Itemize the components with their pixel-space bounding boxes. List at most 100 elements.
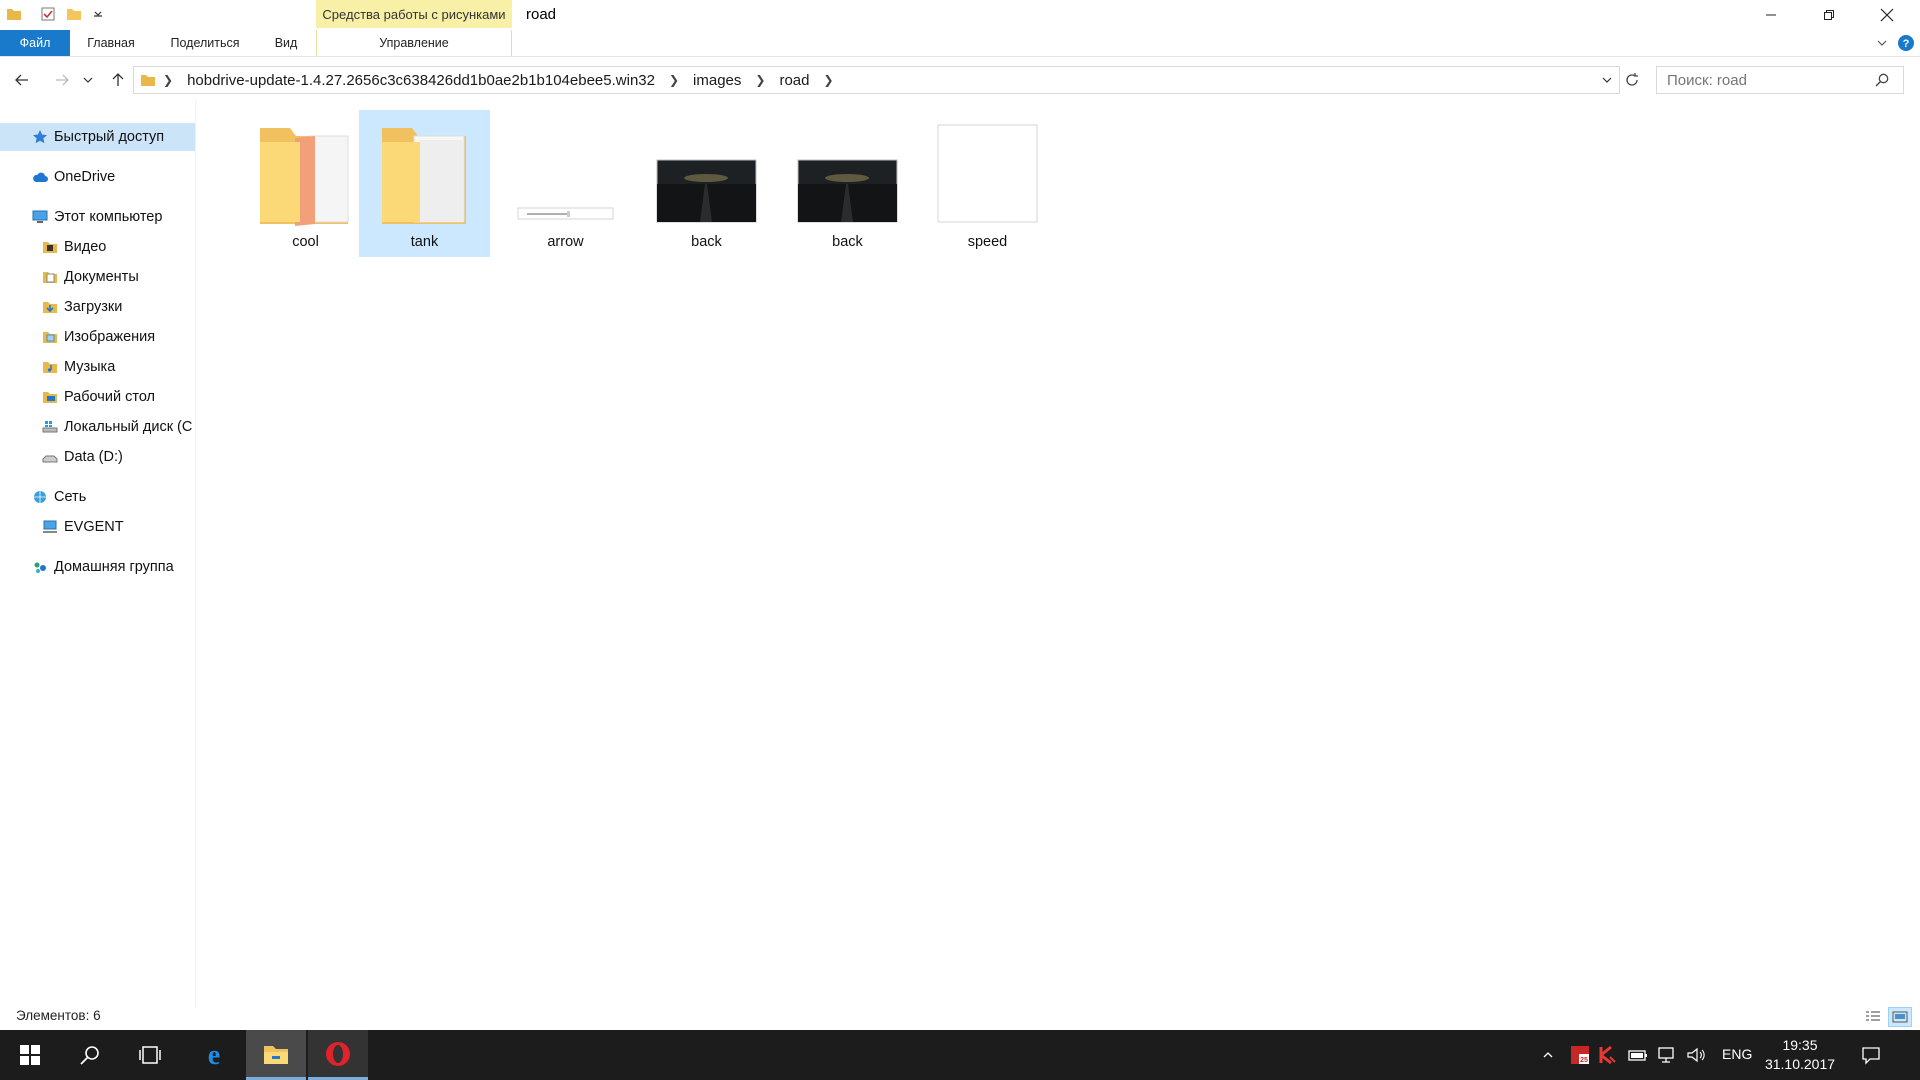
folder-icon[interactable] <box>6 6 22 22</box>
clock[interactable]: 19:35 31.10.2017 <box>1762 1036 1838 1074</box>
file-view: cool tank arrow back back speed <box>197 100 1920 1008</box>
sidebar-item-label: Локальный диск (C <box>64 419 193 435</box>
sidebar-item-network[interactable]: Сеть <box>0 483 195 511</box>
file-item-cool[interactable]: cool <box>240 110 371 257</box>
file-item-back[interactable]: back <box>782 110 913 257</box>
navigation-pane: Быстрый доступ OneDrive Этот компьютер В… <box>0 100 196 1008</box>
antivirus-status-icon[interactable]: 25 <box>1570 1045 1590 1065</box>
details-view-icon[interactable] <box>1862 1007 1884 1027</box>
image-thumbnail-icon <box>656 124 757 228</box>
item-count: Элементов: 6 <box>16 1008 101 1023</box>
sidebar-item-music[interactable]: Музыка <box>0 353 195 381</box>
taskbar: e 25 ENG 19:35 31.10.2017 <box>0 1030 1920 1080</box>
input-language[interactable]: ENG <box>1722 1046 1752 1062</box>
cloud-icon <box>32 169 48 185</box>
restore-button[interactable] <box>1800 0 1858 30</box>
quick-access-dropdown-icon[interactable] <box>90 6 106 22</box>
file-item-arrow[interactable]: arrow <box>500 110 631 257</box>
edge-browser-button[interactable]: e <box>184 1030 244 1080</box>
chevron-right-icon[interactable]: ❯ <box>156 73 180 87</box>
downloads-folder-icon <box>42 299 58 315</box>
chevron-right-icon[interactable]: ❯ <box>662 73 686 87</box>
refresh-button[interactable] <box>1620 68 1644 92</box>
sidebar-item-evgent[interactable]: EVGENT <box>0 513 195 541</box>
kaspersky-icon[interactable] <box>1598 1045 1618 1065</box>
sidebar-item-pictures[interactable]: Изображения <box>0 323 195 351</box>
network-computer-icon <box>42 519 58 535</box>
breadcrumb-item[interactable]: images <box>686 72 748 89</box>
image-thumbnail-icon <box>937 124 1038 228</box>
sidebar-item-label: Data (D:) <box>64 449 123 465</box>
minimize-button[interactable] <box>1742 0 1800 30</box>
folder-icon <box>140 72 156 88</box>
sidebar-item-videos[interactable]: Видео <box>0 233 195 261</box>
desktop-folder-icon <box>42 389 58 405</box>
back-button[interactable] <box>10 68 34 92</box>
sidebar-item-label: Музыка <box>64 359 116 375</box>
forward-button[interactable] <box>50 68 74 92</box>
file-explorer-button[interactable] <box>246 1030 306 1080</box>
sidebar-item-label: Этот компьютер <box>54 209 163 225</box>
large-icons-view-icon[interactable] <box>1888 1007 1912 1027</box>
file-item-speed[interactable]: speed <box>922 110 1053 257</box>
sidebar-item-label: Изображения <box>64 329 156 345</box>
sidebar-item-label: Домашняя группа <box>54 559 174 575</box>
file-name: arrow <box>547 234 584 250</box>
search-icon[interactable] <box>1875 73 1889 87</box>
folder-icon <box>255 124 356 228</box>
file-item-tank[interactable]: tank <box>359 110 490 257</box>
help-icon[interactable]: ? <box>1894 30 1918 56</box>
clock-date: 31.10.2017 <box>1764 1056 1836 1072</box>
start-button[interactable] <box>0 1030 60 1080</box>
sidebar-item-label: Видео <box>64 239 107 255</box>
search-box[interactable] <box>1656 66 1904 94</box>
homegroup-icon <box>32 559 48 575</box>
file-name: speed <box>967 234 1008 250</box>
task-view-button[interactable] <box>120 1030 180 1080</box>
new-folder-icon[interactable] <box>66 6 82 22</box>
sidebar-item-this-pc[interactable]: Этот компьютер <box>0 203 195 231</box>
tab-file[interactable]: Файл <box>0 30 70 56</box>
properties-icon[interactable] <box>40 6 56 22</box>
drive-icon <box>42 449 58 465</box>
tab-home[interactable]: Главная <box>78 30 144 56</box>
show-hidden-icons-icon[interactable] <box>1538 1045 1558 1065</box>
sidebar-item-downloads[interactable]: Загрузки <box>0 293 195 321</box>
close-button[interactable] <box>1858 0 1916 30</box>
svg-text:?: ? <box>1903 38 1910 50</box>
chevron-right-icon[interactable]: ❯ <box>748 73 772 87</box>
battery-icon[interactable] <box>1628 1045 1648 1065</box>
notifications-icon[interactable] <box>1860 1045 1882 1065</box>
address-bar[interactable]: ❯ hobdrive-update-1.4.27.2656c3c638426dd… <box>133 66 1620 94</box>
documents-folder-icon <box>42 269 58 285</box>
network-status-icon[interactable] <box>1656 1045 1676 1065</box>
up-button[interactable] <box>106 68 130 92</box>
network-icon <box>32 489 48 505</box>
tab-share[interactable]: Поделиться <box>160 30 250 56</box>
file-item-back[interactable]: back <box>641 110 772 257</box>
tab-view[interactable]: Вид <box>266 30 306 56</box>
opera-browser-button[interactable] <box>308 1030 368 1080</box>
sidebar-item-documents[interactable]: Документы <box>0 263 195 291</box>
expand-ribbon-icon[interactable] <box>1870 30 1894 56</box>
navigation-bar: ❯ hobdrive-update-1.4.27.2656c3c638426dd… <box>0 58 1920 100</box>
sidebar-item-onedrive[interactable]: OneDrive <box>0 163 195 191</box>
recent-locations-button[interactable] <box>80 68 96 92</box>
search-input[interactable] <box>1665 70 1875 90</box>
svg-text:25: 25 <box>1580 1057 1588 1064</box>
search-button[interactable] <box>60 1030 120 1080</box>
sidebar-item-desktop[interactable]: Рабочий стол <box>0 383 195 411</box>
volume-icon[interactable] <box>1686 1045 1706 1065</box>
tab-manage[interactable]: Управление <box>316 30 512 56</box>
sidebar-item-local-disk-c[interactable]: Локальный диск (C <box>0 413 195 441</box>
breadcrumb-item[interactable]: road <box>772 72 816 89</box>
sidebar-item-quick-access[interactable]: Быстрый доступ <box>0 123 195 151</box>
clock-time: 19:35 <box>1782 1037 1818 1053</box>
breadcrumb-item[interactable]: hobdrive-update-1.4.27.2656c3c638426dd1b… <box>180 72 662 89</box>
sidebar-item-homegroup[interactable]: Домашняя группа <box>0 553 195 581</box>
music-folder-icon <box>42 359 58 375</box>
sidebar-item-data-d[interactable]: Data (D:) <box>0 443 195 471</box>
chevron-right-icon[interactable]: ❯ <box>817 73 841 87</box>
address-dropdown-icon[interactable] <box>1595 74 1619 86</box>
star-icon <box>32 129 48 145</box>
